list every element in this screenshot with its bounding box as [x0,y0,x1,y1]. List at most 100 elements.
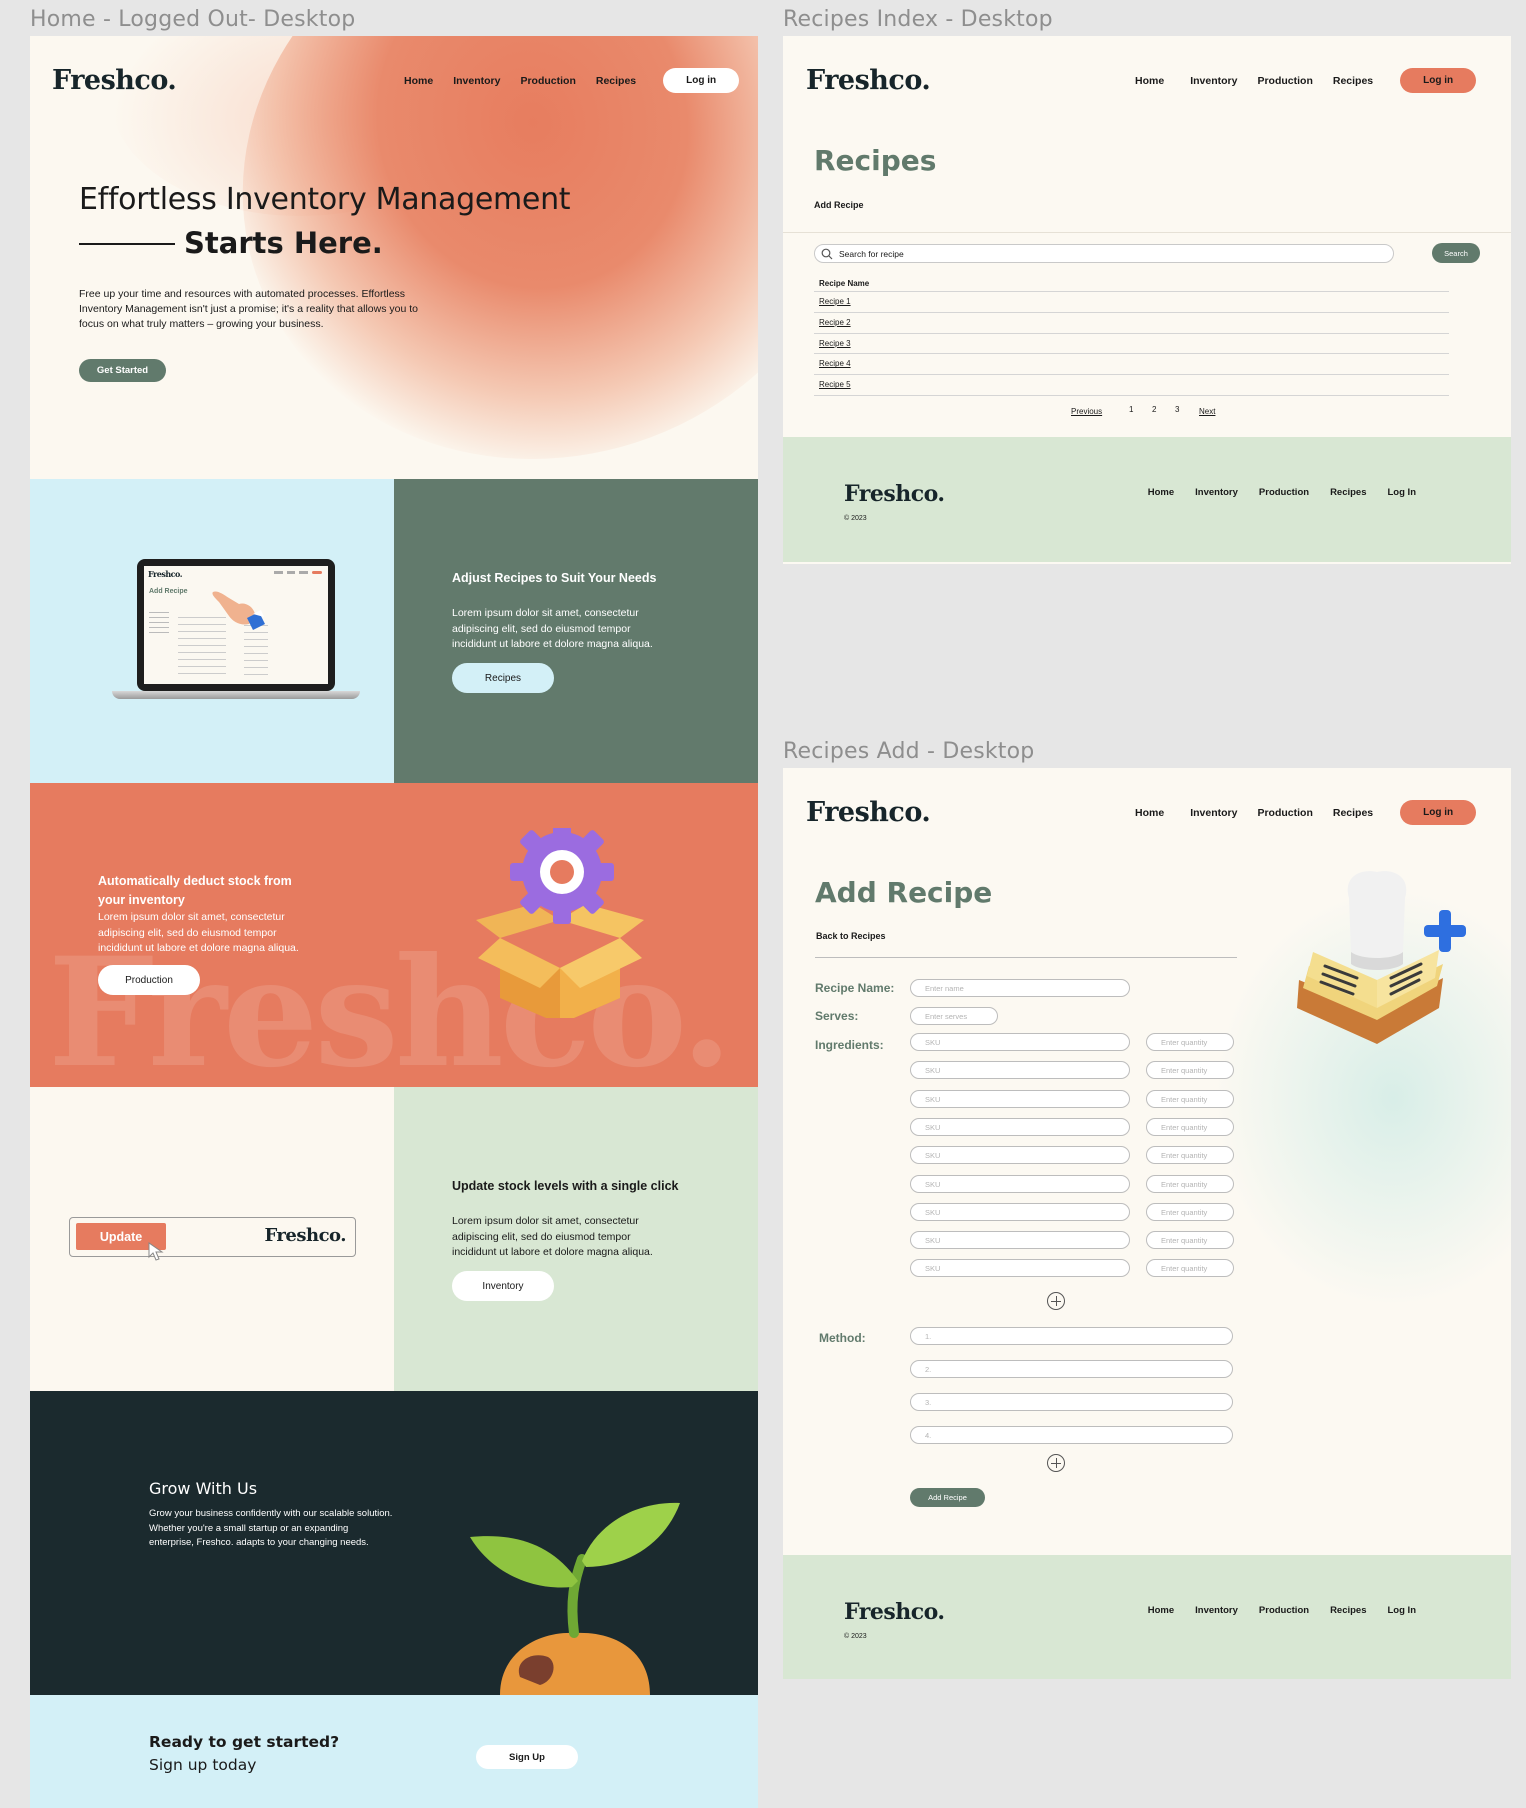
ingredient-sku-field[interactable] [910,1146,1130,1164]
logo[interactable]: Freshco. [52,65,177,96]
nav-production[interactable]: Production [1257,807,1312,819]
nav-home[interactable]: Home [1135,807,1164,819]
add-recipe-submit-button[interactable]: Add Recipe [910,1488,985,1507]
get-started-button[interactable]: Get Started [79,359,166,382]
serves-field[interactable] [910,1007,999,1025]
footer-logo[interactable]: Freshco. [844,1599,945,1625]
login-button[interactable]: Log in [663,68,740,93]
recipes-feature-button[interactable]: Recipes [452,663,554,693]
method-step-input[interactable] [925,1363,1198,1376]
nav-production[interactable]: Production [520,75,575,87]
table-row[interactable]: Recipe 4 [814,354,1449,376]
nav-recipes[interactable]: Recipes [596,75,636,87]
table-row[interactable]: Recipe 5 [814,375,1449,396]
nav-inventory[interactable]: Inventory [453,75,500,87]
production-feature-button[interactable]: Production [98,965,200,995]
ingredient-sku-input[interactable] [925,1206,1111,1219]
ingredient-quantity-field[interactable] [1146,1203,1235,1221]
signup-button[interactable]: Sign Up [476,1745,578,1769]
nav-home[interactable]: Home [404,75,433,87]
recipe-name-input[interactable] [925,982,1111,995]
footer-logo[interactable]: Freshco. [844,481,945,507]
pager-page-1[interactable]: 1 [1129,405,1133,414]
search-button[interactable]: Search [1432,243,1480,263]
search-input[interactable] [814,244,1394,263]
footer-nav-inventory[interactable]: Inventory [1195,487,1238,498]
ingredient-quantity-field[interactable] [1146,1175,1235,1193]
search-field[interactable] [839,247,1379,261]
ingredient-sku-input[interactable] [925,1178,1111,1191]
ingredient-sku-field[interactable] [910,1259,1130,1277]
ingredient-sku-input[interactable] [925,1262,1111,1275]
ingredient-sku-field[interactable] [910,1090,1130,1108]
ingredient-quantity-input[interactable] [1161,1234,1235,1247]
table-row[interactable]: Recipe 1 [814,292,1449,313]
ingredient-quantity-input[interactable] [1161,1149,1235,1162]
footer-nav-production[interactable]: Production [1259,1605,1309,1616]
ingredient-quantity-field[interactable] [1146,1090,1235,1108]
method-step-input[interactable] [925,1330,1198,1343]
ingredient-quantity-field[interactable] [1146,1259,1235,1277]
footer-nav-home[interactable]: Home [1148,487,1174,498]
footer-nav-login[interactable]: Log In [1388,487,1417,498]
ingredient-sku-input[interactable] [925,1093,1111,1106]
ingredient-quantity-field[interactable] [1146,1231,1235,1249]
ingredient-sku-input[interactable] [925,1234,1111,1247]
pager-page-3[interactable]: 3 [1175,405,1179,414]
nav-recipes[interactable]: Recipes [1333,807,1373,819]
nav-production[interactable]: Production [1257,75,1312,87]
footer-nav-home[interactable]: Home [1148,1605,1174,1616]
table-row[interactable]: Recipe 3 [814,334,1449,355]
ingredient-sku-field[interactable] [910,1203,1130,1221]
method-step-input[interactable] [925,1396,1198,1409]
ingredient-sku-input[interactable] [925,1036,1111,1049]
serves-input[interactable] [925,1010,999,1023]
inventory-feature-button[interactable]: Inventory [452,1271,554,1301]
recipe-name-field[interactable] [910,979,1130,997]
nav-inventory[interactable]: Inventory [1190,75,1237,87]
table-row[interactable]: Recipe 2 [814,313,1449,334]
ingredient-sku-field[interactable] [910,1175,1130,1193]
login-button[interactable]: Log in [1400,800,1477,825]
method-step-field[interactable] [910,1327,1233,1345]
ingredient-sku-input[interactable] [925,1121,1111,1134]
add-step-icon[interactable] [1047,1454,1065,1472]
ingredient-quantity-input[interactable] [1161,1093,1235,1106]
nav-home[interactable]: Home [1135,75,1164,87]
ingredient-quantity-field[interactable] [1146,1118,1235,1136]
ingredient-quantity-input[interactable] [1161,1121,1235,1134]
footer-nav-login[interactable]: Log In [1388,1605,1417,1616]
footer-nav-recipes[interactable]: Recipes [1330,1605,1366,1616]
footer-nav-recipes[interactable]: Recipes [1330,487,1366,498]
pager-previous[interactable]: Previous [1071,407,1102,416]
add-recipe-link[interactable]: Add Recipe [814,200,864,210]
footer-nav-inventory[interactable]: Inventory [1195,1605,1238,1616]
ingredient-sku-input[interactable] [925,1149,1111,1162]
login-button[interactable]: Log in [1400,68,1477,93]
method-step-field[interactable] [910,1393,1233,1411]
ingredient-sku-field[interactable] [910,1061,1130,1079]
ingredient-quantity-input[interactable] [1161,1206,1235,1219]
ingredient-sku-field[interactable] [910,1118,1130,1136]
ingredient-quantity-input[interactable] [1161,1262,1235,1275]
logo[interactable]: Freshco. [806,797,931,828]
add-ingredient-icon[interactable] [1047,1292,1065,1310]
ingredient-quantity-field[interactable] [1146,1033,1235,1051]
method-step-input[interactable] [925,1429,1198,1442]
ingredient-sku-field[interactable] [910,1033,1130,1051]
ingredient-quantity-input[interactable] [1161,1178,1235,1191]
method-step-field[interactable] [910,1360,1233,1378]
ingredient-sku-input[interactable] [925,1064,1111,1077]
pager-next[interactable]: Next [1199,407,1215,416]
footer-nav-production[interactable]: Production [1259,487,1309,498]
ingredient-quantity-field[interactable] [1146,1061,1235,1079]
ingredient-quantity-field[interactable] [1146,1146,1235,1164]
back-to-recipes-link[interactable]: Back to Recipes [816,931,886,941]
pager-page-2[interactable]: 2 [1152,405,1156,414]
logo[interactable]: Freshco. [806,65,931,96]
ingredient-quantity-input[interactable] [1161,1036,1235,1049]
ingredient-sku-field[interactable] [910,1231,1130,1249]
method-step-field[interactable] [910,1426,1233,1444]
nav-inventory[interactable]: Inventory [1190,807,1237,819]
nav-recipes[interactable]: Recipes [1333,75,1373,87]
